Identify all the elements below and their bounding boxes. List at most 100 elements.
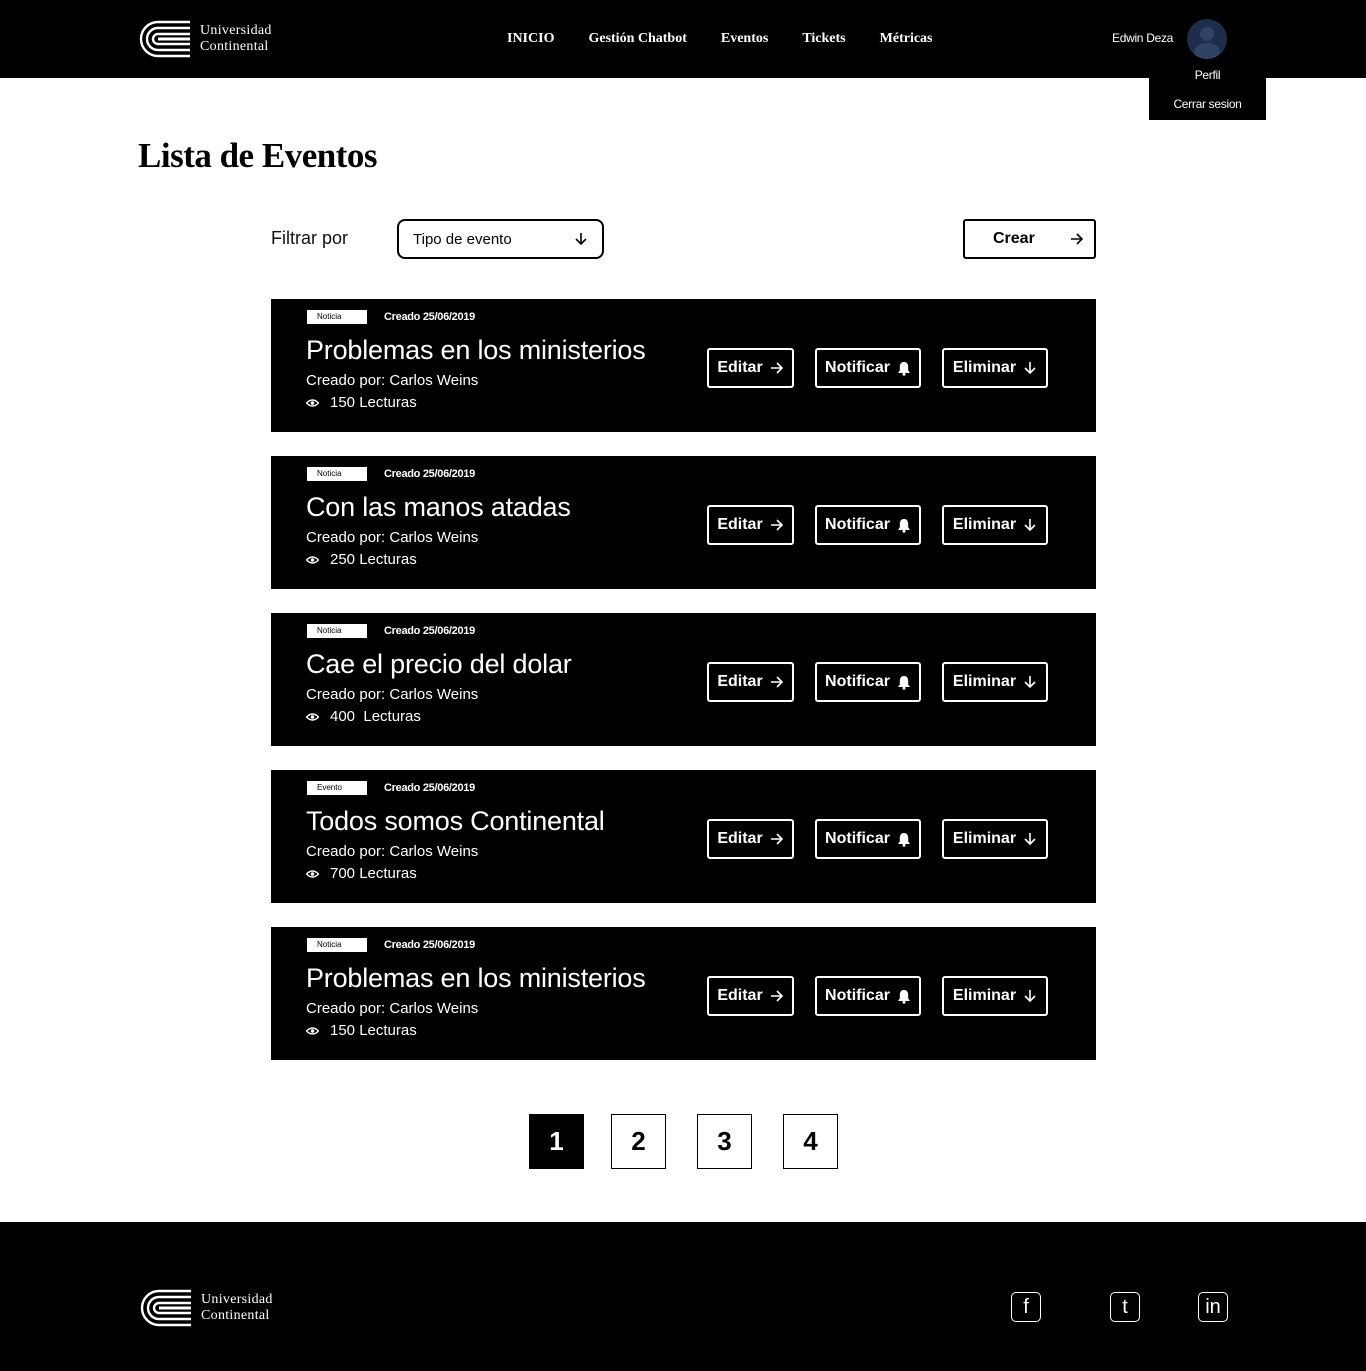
notify-button[interactable]: Notificar <box>815 662 921 702</box>
event-type-badge: Noticia <box>307 467 367 481</box>
notify-button[interactable]: Notificar <box>815 976 921 1016</box>
filter-label: Filtrar por <box>271 228 349 248</box>
page-button-3[interactable]: 3 <box>697 1114 752 1169</box>
nav-tickets[interactable]: Tickets <box>802 31 845 47</box>
event-reads-count: 400 Lecturas <box>330 708 421 725</box>
logo-mark-icon <box>140 1289 191 1327</box>
notify-button[interactable]: Notificar <box>815 348 921 388</box>
event-reads-count: 150 Lecturas <box>330 1022 417 1039</box>
create-button-label: Crear <box>993 230 1035 247</box>
notify-button-label: Notificar <box>825 359 890 376</box>
edit-button[interactable]: Editar <box>707 662 794 702</box>
delete-button[interactable]: Eliminar <box>942 348 1048 388</box>
delete-button-label: Eliminar <box>952 359 1017 376</box>
event-reads-count: 150 Lecturas <box>330 394 417 411</box>
create-button[interactable]: Crear <box>963 219 1096 259</box>
edit-button[interactable]: Editar <box>707 348 794 388</box>
page-button-1[interactable]: 1 <box>529 1114 584 1169</box>
delete-button[interactable]: Eliminar <box>942 505 1048 545</box>
edit-button-label: Editar <box>717 987 763 1004</box>
filter-select-value: Tipo de evento <box>413 230 512 248</box>
edit-button-label: Editar <box>717 359 763 376</box>
eye-icon <box>306 869 319 878</box>
eye-icon <box>306 398 319 407</box>
footer-logo-line-2: Continental <box>201 1308 270 1323</box>
delete-button[interactable]: Eliminar <box>942 662 1048 702</box>
arrow-down-icon <box>1024 676 1036 689</box>
notify-button-label: Notificar <box>825 987 890 1004</box>
linkedin-icon[interactable]: in <box>1198 1292 1228 1322</box>
notify-button-label: Notificar <box>825 673 890 690</box>
event-author: Creado por: Carlos Weins <box>306 529 479 546</box>
event-title[interactable]: Problemas en los ministerios <box>306 963 646 994</box>
event-reads-count: 700 Lecturas <box>330 865 417 882</box>
delete-button[interactable]: Eliminar <box>942 976 1048 1016</box>
arrow-right-icon <box>1071 233 1084 245</box>
event-card: Evento Creado 25/06/2019 Todos somos Con… <box>271 770 1096 903</box>
event-card: Noticia Creado 25/06/2019 Problemas en l… <box>271 299 1096 432</box>
footer-logo[interactable]: Universidad Continental <box>139 1288 273 1328</box>
main-nav: INICIO Gestión Chatbot Eventos Tickets M… <box>490 0 950 78</box>
event-reads: 150 Lecturas <box>306 394 417 411</box>
nav-metricas[interactable]: Métricas <box>880 31 933 47</box>
edit-button[interactable]: Editar <box>707 819 794 859</box>
page-button-4[interactable]: 4 <box>783 1114 838 1169</box>
event-title[interactable]: Con las manos atadas <box>306 492 571 523</box>
footer-logo-line-1: Universidad <box>201 1292 273 1307</box>
tumblr-icon[interactable]: t <box>1110 1292 1140 1322</box>
avatar[interactable] <box>1187 19 1227 59</box>
edit-button[interactable]: Editar <box>707 976 794 1016</box>
user-avatar-icon <box>1194 27 1220 59</box>
notify-button[interactable]: Notificar <box>815 819 921 859</box>
logo-line-1: Universidad <box>200 23 272 38</box>
bell-icon <box>897 361 910 376</box>
event-title[interactable]: Todos somos Continental <box>306 806 605 837</box>
event-author: Creado por: Carlos Weins <box>306 686 479 703</box>
eye-icon <box>306 555 319 564</box>
nav-eventos[interactable]: Eventos <box>721 31 768 47</box>
event-created-date: Creado 25/06/2019 <box>384 939 475 951</box>
nav-gestion-chatbot[interactable]: Gestión Chatbot <box>588 31 686 47</box>
logo-line-2: Continental <box>200 39 269 54</box>
delete-button-label: Eliminar <box>952 830 1017 847</box>
delete-button-label: Eliminar <box>952 673 1017 690</box>
menu-profile[interactable]: Perfil <box>1149 68 1266 82</box>
menu-logout[interactable]: Cerrar sesion <box>1149 97 1266 111</box>
arrow-down-icon <box>1024 990 1036 1003</box>
bell-icon <box>897 675 910 690</box>
eye-icon <box>306 1026 319 1035</box>
facebook-icon[interactable]: f <box>1011 1292 1041 1322</box>
bell-icon <box>897 832 910 847</box>
user-name[interactable]: Edwin Deza <box>1112 31 1173 45</box>
event-title[interactable]: Cae el precio del dolar <box>306 649 572 680</box>
notify-button[interactable]: Notificar <box>815 505 921 545</box>
event-reads: 250 Lecturas <box>306 551 417 568</box>
event-author: Creado por: Carlos Weins <box>306 1000 479 1017</box>
university-logo[interactable]: Universidad Continental <box>138 19 272 59</box>
event-type-select[interactable]: Tipo de evento <box>397 219 604 259</box>
event-type-badge: Noticia <box>307 310 367 324</box>
delete-button-label: Eliminar <box>952 987 1017 1004</box>
edit-button-label: Editar <box>717 516 763 533</box>
event-reads: 700 Lecturas <box>306 865 417 882</box>
bell-icon <box>897 518 910 533</box>
event-title[interactable]: Problemas en los ministerios <box>306 335 646 366</box>
event-reads: 400 Lecturas <box>306 708 421 725</box>
arrow-down-icon <box>1024 362 1036 375</box>
arrow-right-icon <box>770 990 783 1002</box>
event-type-badge: Noticia <box>307 624 367 638</box>
nav-inicio[interactable]: INICIO <box>507 31 554 47</box>
event-reads-count: 250 Lecturas <box>330 551 417 568</box>
delete-button[interactable]: Eliminar <box>942 819 1048 859</box>
page-button-2[interactable]: 2 <box>611 1114 666 1169</box>
event-card: Noticia Creado 25/06/2019 Problemas en l… <box>271 927 1096 1060</box>
event-card: Noticia Creado 25/06/2019 Con las manos … <box>271 456 1096 589</box>
event-card: Noticia Creado 25/06/2019 Cae el precio … <box>271 613 1096 746</box>
event-author: Creado por: Carlos Weins <box>306 372 479 389</box>
edit-button[interactable]: Editar <box>707 505 794 545</box>
arrow-right-icon <box>770 519 783 531</box>
bell-icon <box>897 989 910 1004</box>
arrow-down-icon <box>1024 519 1036 532</box>
notify-button-label: Notificar <box>825 516 890 533</box>
delete-button-label: Eliminar <box>952 516 1017 533</box>
